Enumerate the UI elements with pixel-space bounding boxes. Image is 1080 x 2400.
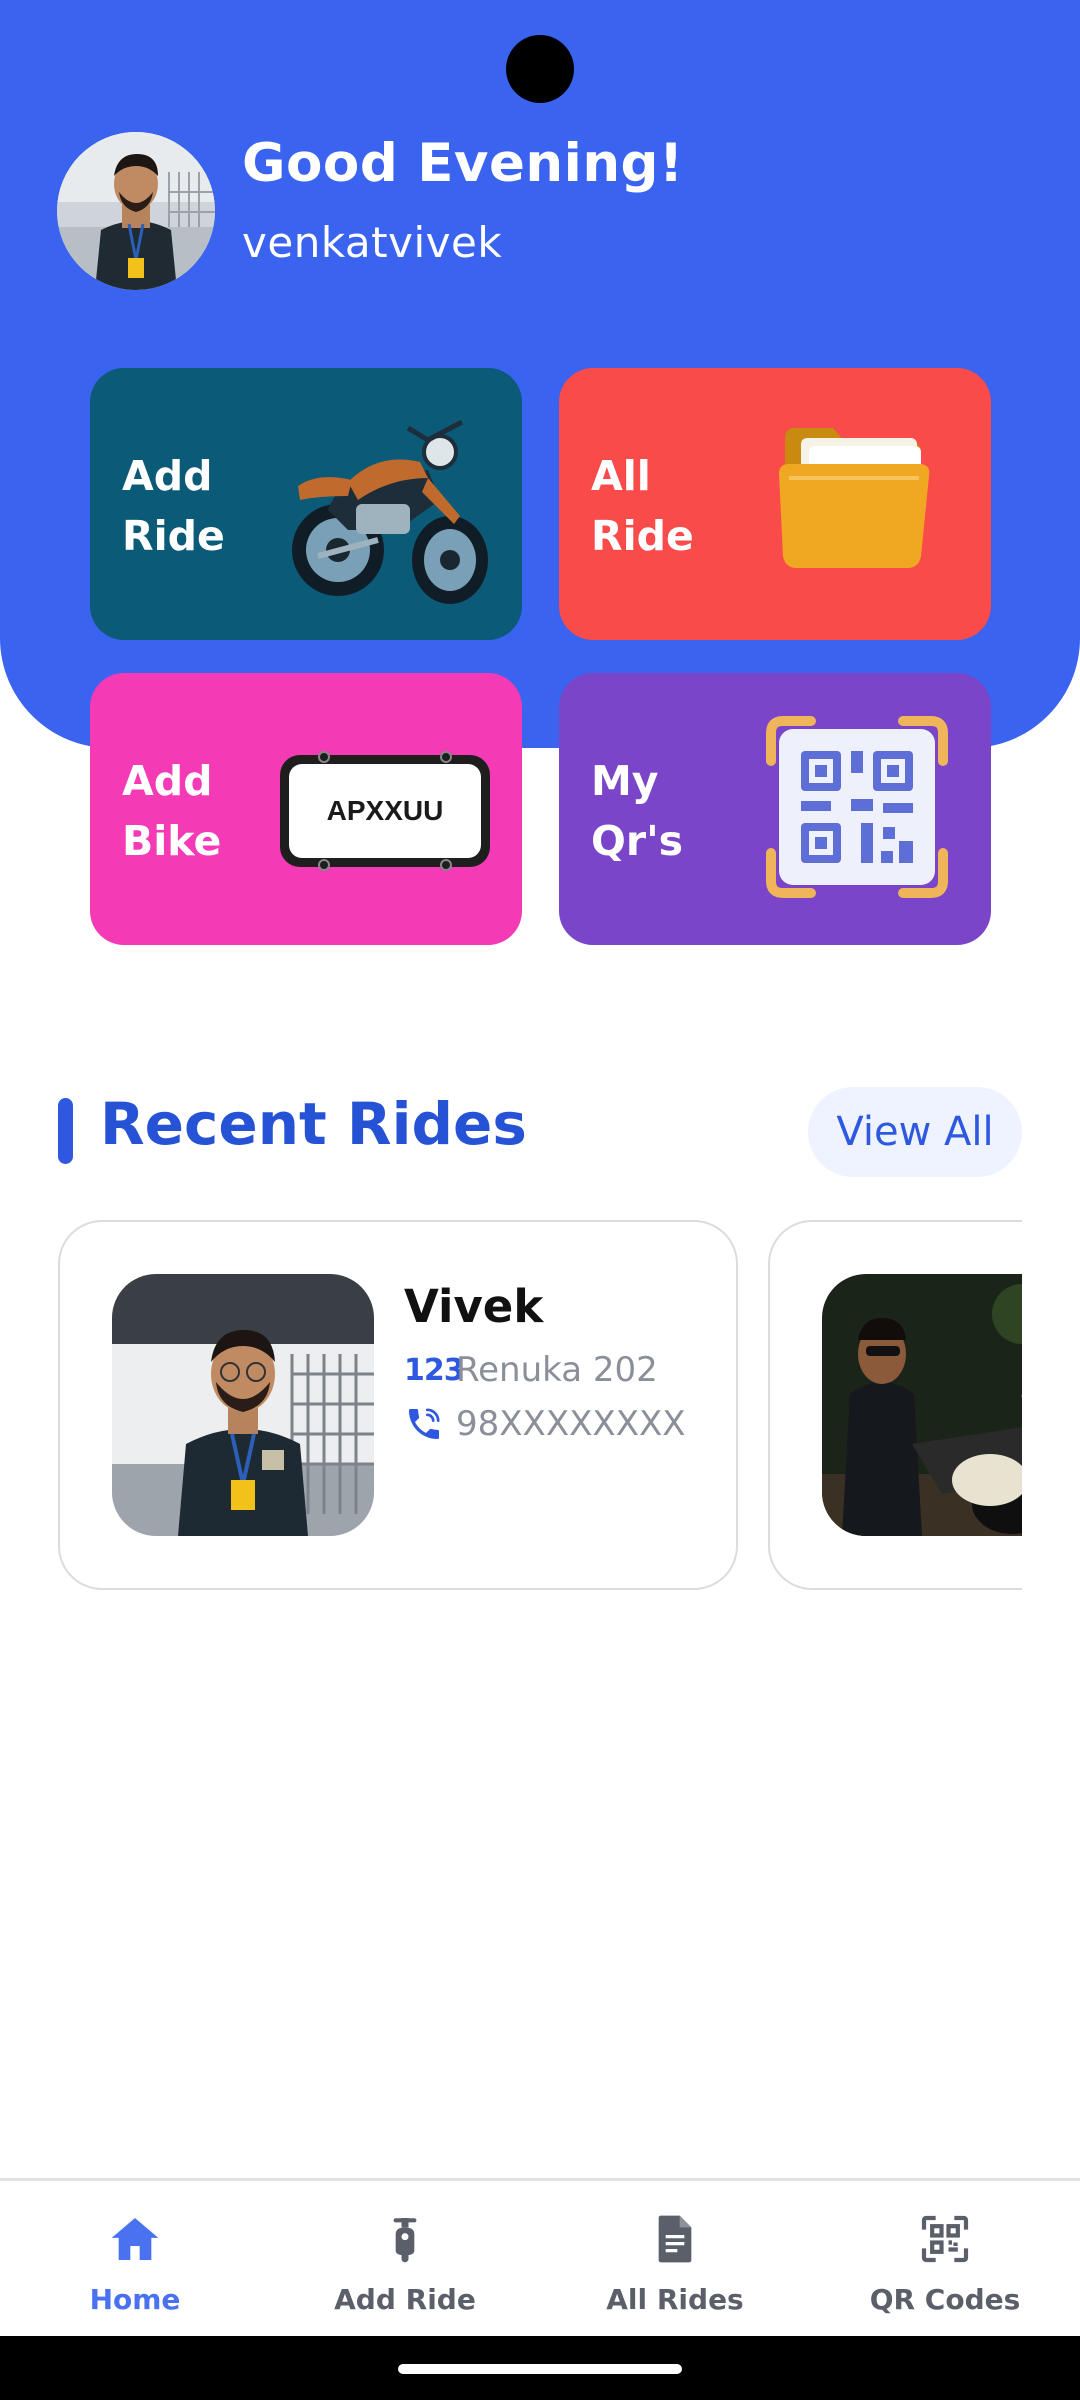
- vehicle-name: Renuka 202: [456, 1350, 658, 1390]
- greeting-text: Good Evening!: [242, 133, 684, 194]
- scooter-icon: [375, 2209, 435, 2269]
- rider-photo: [112, 1274, 374, 1536]
- ride-card[interactable]: [768, 1220, 1022, 1590]
- camera-cutout: [506, 35, 574, 103]
- recent-rides-carousel[interactable]: Vivek 123 Renuka 202 98XXXXXXXX: [58, 1220, 1022, 1592]
- card-label: Add Bike: [122, 757, 222, 865]
- add-ride-card[interactable]: Add Ride: [90, 368, 522, 640]
- recent-rides-title: Recent Rides: [100, 1090, 527, 1158]
- nav-all-rides[interactable]: All Rides: [540, 2181, 810, 2336]
- phone-row: 98XXXXXXXX: [404, 1404, 686, 1444]
- home-gesture-bar[interactable]: [398, 2364, 682, 2374]
- vehicle-row: 123 Renuka 202: [404, 1350, 658, 1390]
- all-ride-card[interactable]: All Ride: [559, 368, 991, 640]
- home-icon: [105, 2209, 165, 2269]
- avatar[interactable]: [57, 132, 215, 290]
- motorcycle-illustration: [292, 419, 488, 604]
- ride-card[interactable]: Vivek 123 Renuka 202 98XXXXXXXX: [58, 1220, 738, 1590]
- qr-scan-icon: [915, 2209, 975, 2269]
- nav-add-ride[interactable]: Add Ride: [270, 2181, 540, 2336]
- nav-qr-codes[interactable]: QR Codes: [810, 2181, 1080, 2336]
- bottom-navigation: Home Add Ride All Rides QR Codes: [0, 2178, 1080, 2336]
- number-icon: 123: [404, 1352, 465, 1388]
- qr-code-illustration: [766, 716, 948, 898]
- card-label: Add Ride: [122, 452, 225, 560]
- username-text: venkatvivek: [242, 218, 503, 267]
- folder-illustration: [779, 428, 930, 568]
- license-plate-illustration: APXXUU: [280, 751, 490, 871]
- document-icon: [645, 2209, 705, 2269]
- view-all-button[interactable]: View All: [808, 1087, 1022, 1177]
- phone-icon: [404, 1404, 456, 1444]
- card-label: All Ride: [591, 452, 694, 560]
- rider-name: Vivek: [404, 1280, 544, 1333]
- my-qrs-card[interactable]: My Qr's: [559, 673, 991, 945]
- card-label: My Qr's: [591, 757, 684, 865]
- rider-photo: [822, 1274, 1022, 1536]
- phone-number: 98XXXXXXXX: [456, 1404, 686, 1444]
- section-accent-bar: [58, 1098, 73, 1164]
- add-bike-card[interactable]: Add Bike APXXUU: [90, 673, 522, 945]
- nav-home[interactable]: Home: [0, 2181, 270, 2336]
